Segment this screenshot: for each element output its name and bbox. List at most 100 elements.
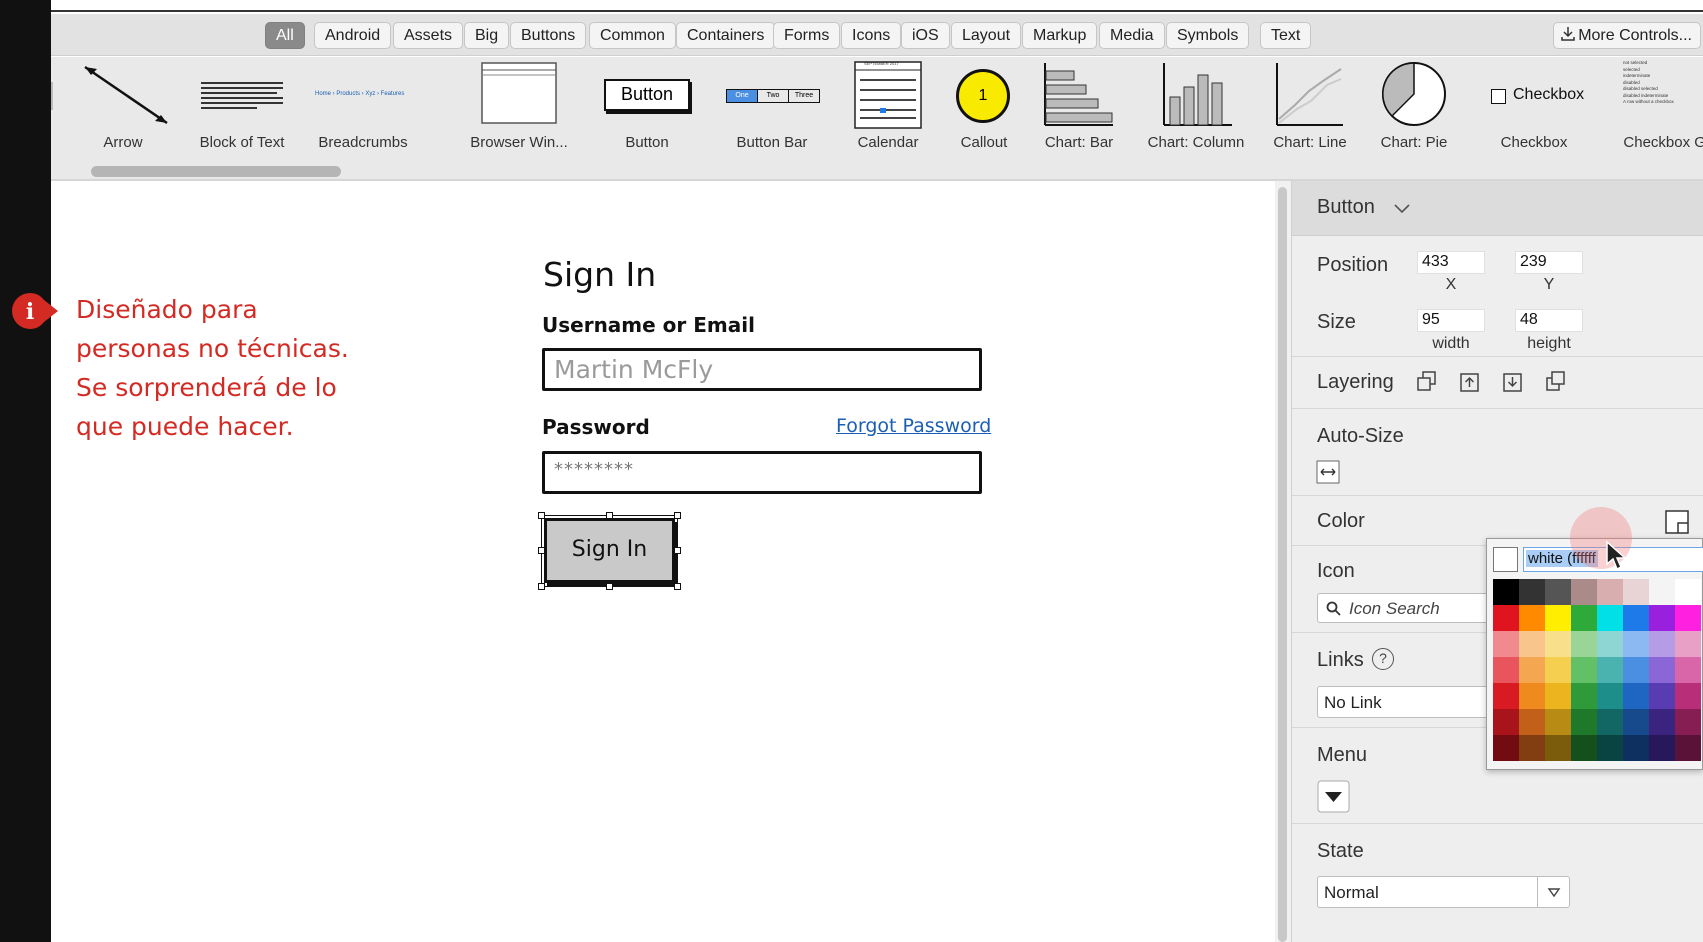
color-swatch[interactable] xyxy=(1519,735,1545,761)
filter-chip-android[interactable]: Android xyxy=(314,22,392,49)
height-input[interactable]: 48 xyxy=(1515,309,1583,332)
filter-chip-all[interactable]: All xyxy=(265,22,305,49)
color-swatch[interactable] xyxy=(1493,631,1519,657)
color-swatch[interactable] xyxy=(1493,579,1519,605)
color-swatch[interactable] xyxy=(1623,579,1649,605)
color-swatch[interactable] xyxy=(1623,605,1649,631)
menu-dropdown-icon[interactable] xyxy=(1317,780,1350,813)
palette-item-checkbox[interactable]: Checkbox Checkbox xyxy=(1479,57,1589,159)
color-swatch[interactable] xyxy=(1675,631,1701,657)
color-swatch[interactable] xyxy=(1597,579,1623,605)
resize-handle[interactable] xyxy=(538,512,545,519)
color-swatch[interactable] xyxy=(1675,709,1701,735)
palette-item-chart-line[interactable]: Chart: Line xyxy=(1273,57,1347,159)
color-swatch[interactable] xyxy=(1649,657,1675,683)
color-swatch[interactable] xyxy=(1597,631,1623,657)
palette-item-chart-pie[interactable]: Chart: Pie xyxy=(1380,57,1448,159)
palette-item-chart-bar[interactable]: Chart: Bar xyxy=(1043,57,1115,159)
color-swatch[interactable] xyxy=(1545,683,1571,709)
color-swatch[interactable] xyxy=(1675,605,1701,631)
color-swatch[interactable] xyxy=(1545,631,1571,657)
color-swatch[interactable] xyxy=(1597,709,1623,735)
color-swatch[interactable] xyxy=(1675,579,1701,605)
color-swatch[interactable] xyxy=(1675,735,1701,761)
position-y-input[interactable]: 239 xyxy=(1515,251,1583,274)
color-swatch[interactable] xyxy=(1649,709,1675,735)
resize-handle[interactable] xyxy=(674,512,681,519)
more-controls-button[interactable]: More Controls... xyxy=(1553,22,1701,49)
color-swatch[interactable] xyxy=(1493,735,1519,761)
color-swatch[interactable] xyxy=(1623,631,1649,657)
color-swatch[interactable] xyxy=(1597,735,1623,761)
color-swatch[interactable] xyxy=(1649,735,1675,761)
filter-chip-text[interactable]: Text xyxy=(1260,22,1312,49)
mockup-username-label[interactable]: Username or Email xyxy=(542,313,755,337)
filter-chip-ios[interactable]: iOS xyxy=(901,22,950,49)
color-swatch[interactable] xyxy=(1493,683,1519,709)
palette-item-checkbox-group[interactable]: not selected selected indeterminate disa… xyxy=(1623,57,1703,159)
color-swatch[interactable] xyxy=(1571,579,1597,605)
color-swatch[interactable] xyxy=(1571,709,1597,735)
color-swatch[interactable] xyxy=(1545,657,1571,683)
resize-handle[interactable] xyxy=(538,583,545,590)
color-swatch[interactable] xyxy=(1675,657,1701,683)
color-swatch[interactable] xyxy=(1649,631,1675,657)
color-swatch[interactable] xyxy=(1545,579,1571,605)
autosize-horizontal-icon[interactable] xyxy=(1316,460,1340,484)
color-swatch[interactable] xyxy=(1597,605,1623,631)
palette-item-chart-column[interactable]: Chart: Column xyxy=(1148,57,1244,159)
color-swatch[interactable] xyxy=(1519,709,1545,735)
resize-handle[interactable] xyxy=(674,547,681,554)
color-swatch[interactable] xyxy=(1571,683,1597,709)
mockup-title[interactable]: Sign In xyxy=(543,255,656,294)
color-swatch[interactable] xyxy=(1519,657,1545,683)
color-swatch[interactable] xyxy=(1519,683,1545,709)
filter-chip-big[interactable]: Big xyxy=(464,22,510,49)
width-input[interactable]: 95 xyxy=(1417,309,1485,332)
palette-item-arrow[interactable]: Arrow xyxy=(75,57,171,159)
help-icon[interactable]: ? xyxy=(1372,648,1394,670)
filter-chip-forms[interactable]: Forms xyxy=(773,22,841,49)
color-swatch[interactable] xyxy=(1493,709,1519,735)
mockup-password-input[interactable]: ******** xyxy=(542,451,982,494)
color-swatch[interactable] xyxy=(1545,735,1571,761)
palette-item-button[interactable]: Button Button xyxy=(604,57,690,159)
bring-to-front-icon[interactable] xyxy=(1543,369,1569,395)
mockup-username-input[interactable]: Martin McFly xyxy=(542,348,982,391)
color-swatch[interactable] xyxy=(1519,631,1545,657)
resize-handle[interactable] xyxy=(674,583,681,590)
palette-item-callout[interactable]: 1 Callout xyxy=(954,57,1014,159)
color-swatch[interactable] xyxy=(1597,657,1623,683)
palette-item-breadcrumbs[interactable]: Home › Products › Xyz › Features Breadcr… xyxy=(313,57,413,159)
inspector-header[interactable]: Button xyxy=(1292,181,1703,236)
state-select[interactable]: Normal xyxy=(1317,876,1570,908)
color-swatch[interactable] xyxy=(1597,683,1623,709)
position-x-input[interactable]: 433 xyxy=(1417,251,1485,274)
resize-handle[interactable] xyxy=(606,583,613,590)
color-swatch[interactable] xyxy=(1649,605,1675,631)
filter-chip-media[interactable]: Media xyxy=(1099,22,1165,49)
color-swatch[interactable] xyxy=(1545,709,1571,735)
mockup-password-label[interactable]: Password xyxy=(542,415,650,439)
canvas-scrollbar-thumb[interactable] xyxy=(1278,187,1287,942)
send-to-back-icon[interactable] xyxy=(1414,369,1440,395)
palette-item-button-bar[interactable]: One Two Three Button Bar xyxy=(724,57,820,159)
filter-chip-buttons[interactable]: Buttons xyxy=(510,22,587,49)
resize-handle[interactable] xyxy=(538,547,545,554)
color-swatch[interactable] xyxy=(1519,605,1545,631)
state-select-arrow[interactable] xyxy=(1537,877,1569,907)
color-swatch[interactable] xyxy=(1623,709,1649,735)
color-swatch[interactable] xyxy=(1623,657,1649,683)
mockup-forgot-password-link[interactable]: Forgot Password xyxy=(836,415,991,437)
color-swatch[interactable] xyxy=(1649,579,1675,605)
send-backward-icon[interactable] xyxy=(1500,369,1526,395)
filter-chip-symbols[interactable]: Symbols xyxy=(1166,22,1250,49)
color-swatch[interactable] xyxy=(1493,605,1519,631)
color-swatch[interactable] xyxy=(1571,631,1597,657)
color-swatch[interactable] xyxy=(1545,605,1571,631)
resize-handle[interactable] xyxy=(606,512,613,519)
filter-chip-common[interactable]: Common xyxy=(589,22,676,49)
filter-chip-assets[interactable]: Assets xyxy=(393,22,464,49)
color-swatch[interactable] xyxy=(1675,683,1701,709)
color-swatch-icon[interactable] xyxy=(1664,509,1690,535)
